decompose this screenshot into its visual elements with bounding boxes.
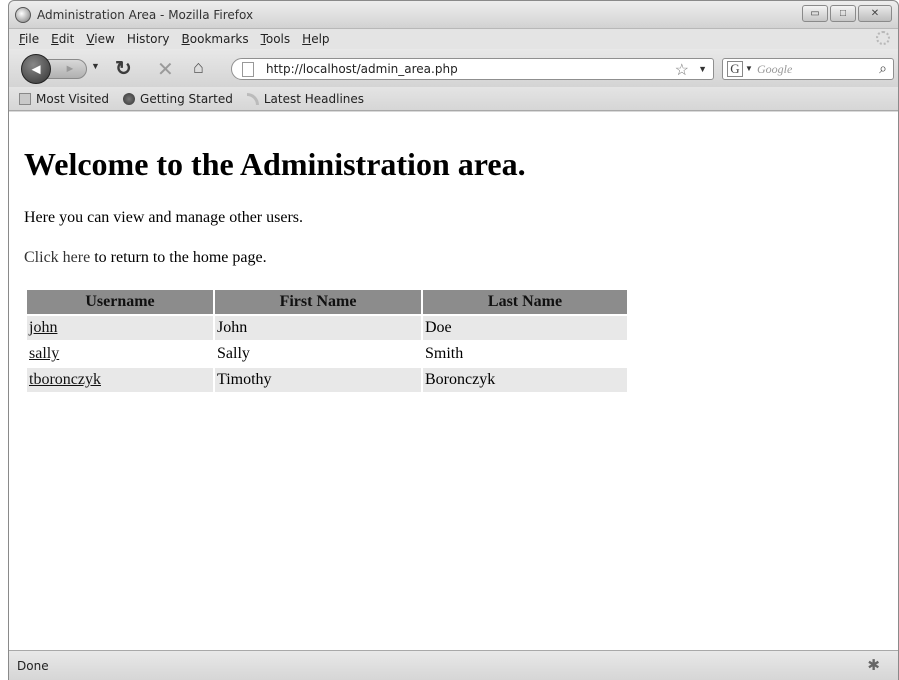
first-name-cell: John <box>215 316 421 340</box>
window-controls: ▭ □ ✕ <box>802 5 892 22</box>
last-name-cell: Boronczyk <box>423 368 627 392</box>
last-name-cell: Doe <box>423 316 627 340</box>
firefox-icon <box>123 92 136 105</box>
search-icon[interactable]: ⌕ <box>879 60 887 77</box>
column-header-last-name: Last Name <box>423 290 627 314</box>
username-cell: john <box>27 316 213 340</box>
column-header-first-name: First Name <box>215 290 421 314</box>
firefox-icon <box>15 7 31 23</box>
navigation-toolbar: ► ◄ ▼ ↻ ✕ ⌂ http://localhost/admin_area.… <box>9 49 898 87</box>
column-header-username: Username <box>27 290 213 314</box>
table-header-row: Username First Name Last Name <box>27 290 627 314</box>
browser-window: Administration Area - Mozilla Firefox ▭ … <box>8 0 899 680</box>
bookmark-most-visited[interactable]: Most Visited <box>19 92 109 106</box>
return-home-line: Click here to return to the home page. <box>24 249 267 267</box>
table-row: sally Sally Smith <box>27 342 627 366</box>
status-bar: Done ✱ <box>9 650 898 680</box>
intro-text: Here you can view and manage other users… <box>24 209 303 226</box>
rss-feed-icon <box>246 92 259 105</box>
close-button[interactable]: ✕ <box>858 5 892 22</box>
menu-tools[interactable]: Tools <box>255 32 297 46</box>
resize-grip-icon[interactable]: ✱ <box>867 656 880 674</box>
minimize-button[interactable]: ▭ <box>802 5 828 22</box>
return-home-link[interactable]: Click here <box>24 249 90 266</box>
bookmark-folder-icon <box>19 92 31 105</box>
menu-bar: File Edit View History Bookmarks Tools H… <box>9 29 898 49</box>
menu-file[interactable]: File <box>13 32 45 46</box>
bookmarks-toolbar: Most Visited Getting Started Latest Head… <box>9 87 898 111</box>
username-link[interactable]: tboronczyk <box>29 371 101 388</box>
username-link[interactable]: john <box>29 319 57 336</box>
bookmark-getting-started[interactable]: Getting Started <box>123 92 233 106</box>
users-table: Username First Name Last Name john John … <box>25 288 629 394</box>
username-cell: tboronczyk <box>27 368 213 392</box>
url-text[interactable]: http://localhost/admin_area.php <box>266 62 458 76</box>
search-box[interactable]: G ▼ Google ⌕ <box>722 58 894 80</box>
return-home-text: to return to the home page. <box>90 249 267 266</box>
menu-view[interactable]: View <box>80 32 120 46</box>
maximize-button[interactable]: □ <box>830 5 856 22</box>
search-engine-icon[interactable]: G <box>727 61 743 77</box>
window-title: Administration Area - Mozilla Firefox <box>37 8 254 22</box>
menu-help[interactable]: Help <box>296 32 335 46</box>
forward-button[interactable]: ► <box>47 59 87 79</box>
menu-bookmarks[interactable]: Bookmarks <box>176 32 255 46</box>
menu-history[interactable]: History <box>121 32 176 46</box>
status-text: Done <box>17 659 49 673</box>
search-placeholder[interactable]: Google <box>757 62 792 77</box>
menu-edit[interactable]: Edit <box>45 32 80 46</box>
home-icon[interactable]: ⌂ <box>193 57 204 78</box>
title-bar: Administration Area - Mozilla Firefox ▭ … <box>9 1 898 29</box>
table-row: tboronczyk Timothy Boronczyk <box>27 368 627 392</box>
bookmark-star-icon[interactable]: ☆ <box>675 60 689 80</box>
engine-dropdown-icon[interactable]: ▼ <box>745 64 753 73</box>
reload-icon[interactable]: ↻ <box>115 56 132 81</box>
page-content: Welcome to the Administration area. Here… <box>9 112 898 650</box>
last-name-cell: Smith <box>425 345 464 362</box>
username-link[interactable]: sally <box>29 345 59 362</box>
stop-icon[interactable]: ✕ <box>157 57 174 82</box>
first-name-cell: Timothy <box>215 368 421 392</box>
page-title: Welcome to the Administration area. <box>24 146 526 182</box>
page-icon <box>242 62 254 77</box>
back-button[interactable]: ◄ <box>21 54 51 84</box>
address-bar[interactable]: http://localhost/admin_area.php ☆ ▼ <box>231 58 714 80</box>
url-dropdown-icon[interactable]: ▼ <box>698 64 707 74</box>
bookmark-latest-headlines[interactable]: Latest Headlines <box>246 92 364 106</box>
table-row: john John Doe <box>27 316 627 340</box>
history-dropdown-icon[interactable]: ▼ <box>91 61 100 71</box>
username-cell: sally <box>27 342 213 366</box>
throbber-icon <box>876 31 890 45</box>
first-name-cell: Sally <box>217 345 250 362</box>
